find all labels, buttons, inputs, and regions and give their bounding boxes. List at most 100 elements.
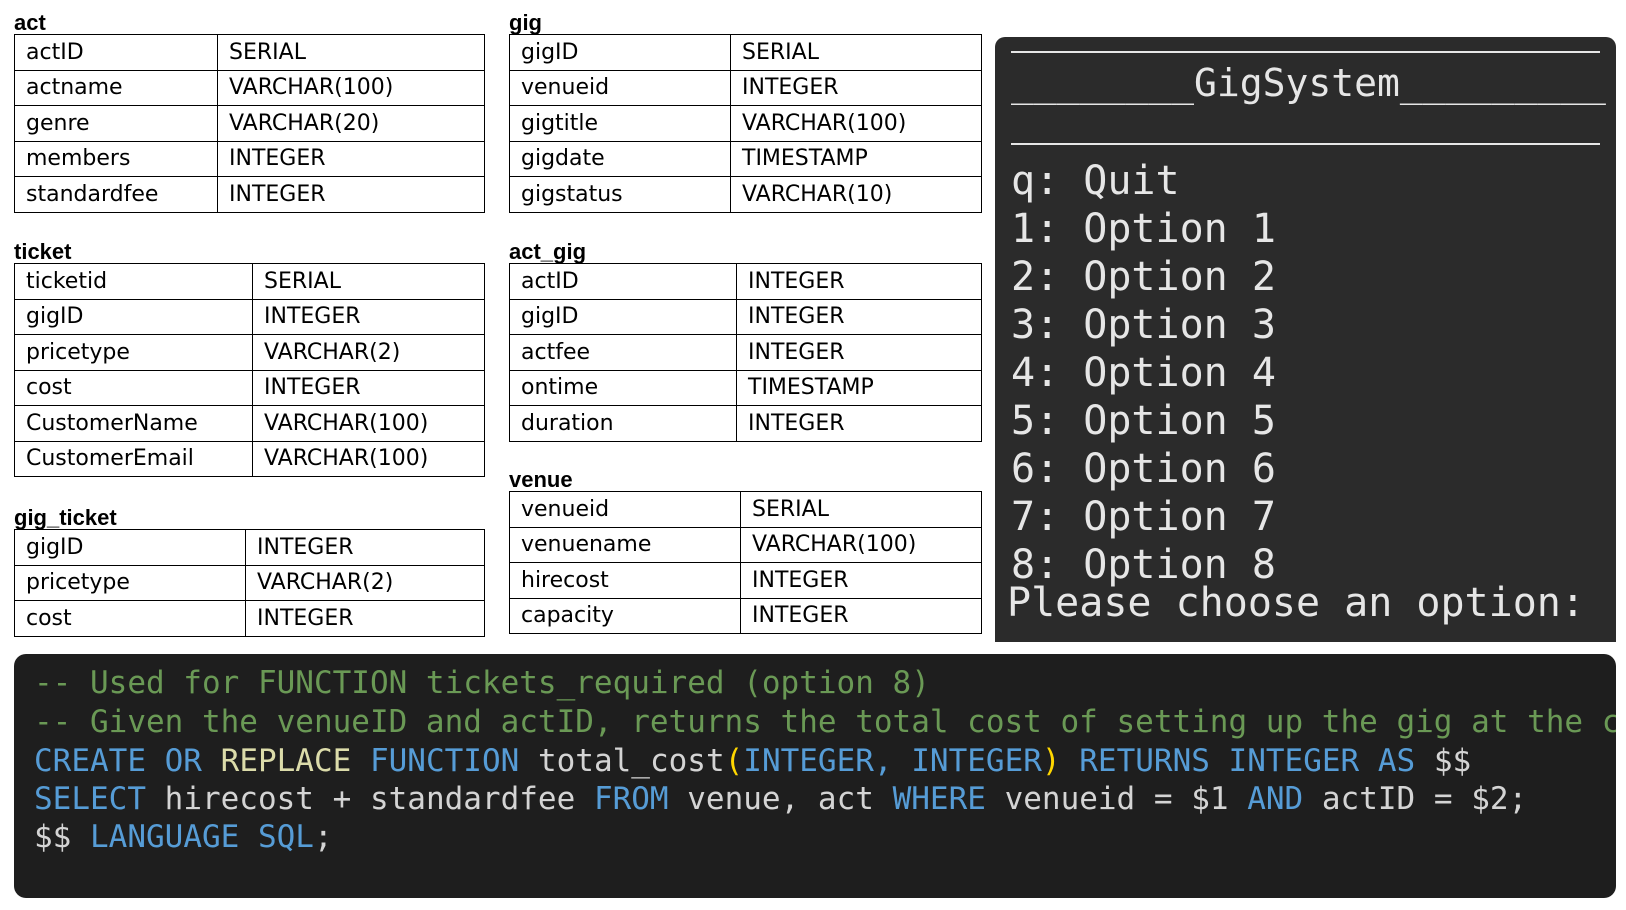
- column-type-cell: INTEGER: [736, 263, 982, 300]
- column-type-cell: INTEGER: [736, 405, 982, 442]
- code-line-1: -- Used for FUNCTION tickets_required (o…: [34, 664, 930, 704]
- code-keyword: CREATE OR: [34, 743, 202, 779]
- code-keyword: AND: [1247, 781, 1304, 817]
- column-name-cell: gigtitle: [509, 105, 731, 142]
- table-row: gigstatus VARCHAR(10): [509, 176, 982, 213]
- schema-table-act: actID SERIAL actname VARCHAR(100) genre VARCH…: [14, 34, 485, 213]
- column-name-cell: actID: [509, 263, 737, 300]
- column-name-cell: pricetype: [14, 334, 253, 371]
- schema-table-gig-ticket: gigID INTEGER pricetype VARCHAR(2) cost INTEG…: [14, 529, 485, 637]
- column-type-cell: VARCHAR(2): [252, 334, 485, 371]
- table-row: gigID SERIAL: [509, 34, 982, 71]
- code-function-word: REPLACE: [220, 743, 352, 779]
- table-row: hirecost INTEGER: [509, 562, 982, 599]
- terminal-rule-bottom: [1011, 143, 1600, 145]
- table-title-gig-ticket: gig_ticket: [14, 505, 117, 530]
- code-bracket: (: [724, 743, 744, 779]
- column-name-cell: standardfee: [14, 176, 218, 213]
- column-type-cell: SERIAL: [217, 34, 485, 71]
- table-title-gig: gig: [509, 10, 542, 35]
- terminal-rule-top: [1011, 51, 1600, 53]
- table-venue: venue venueid SERIAL venuename VARCHAR(100)…: [509, 467, 982, 634]
- terminal-title: ________GigSystem_________: [1011, 61, 1606, 105]
- column-name-cell: actID: [14, 34, 218, 71]
- table-title-venue: venue: [509, 467, 573, 492]
- table-row: actID INTEGER: [509, 263, 982, 300]
- table-title-act-gig: act_gig: [509, 239, 587, 264]
- menu-option[interactable]: 4: Option 4: [1011, 349, 1276, 397]
- column-type-cell: SERIAL: [252, 263, 485, 300]
- code-identifier: ;: [313, 819, 333, 855]
- code-identifier: $$: [34, 819, 72, 855]
- code-keyword: LANGUAGE SQL: [90, 819, 314, 855]
- table-act: act actID SERIAL actname VARCHAR(100) genre V…: [14, 10, 485, 213]
- code-keyword: FROM: [593, 781, 669, 817]
- code-keyword: INTEGER, INTEGER: [743, 743, 1042, 779]
- table-row: gigID INTEGER: [14, 529, 485, 566]
- menu-option[interactable]: q: Quit: [1011, 157, 1276, 205]
- menu-option[interactable]: 5: Option 5: [1011, 397, 1276, 445]
- schema-table-gig: gigID SERIAL venueid INTEGER gigtitle VARCHAR…: [509, 34, 982, 213]
- table-row: pricetype VARCHAR(2): [14, 334, 485, 371]
- column-type-cell: VARCHAR(20): [217, 105, 485, 142]
- menu-option[interactable]: 1: Option 1: [1011, 205, 1276, 253]
- column-type-cell: VARCHAR(100): [252, 405, 485, 442]
- column-name-cell: gigID: [14, 529, 246, 566]
- code-keyword: RETURNS INTEGER AS: [1079, 743, 1416, 779]
- column-type-cell: VARCHAR(2): [245, 564, 485, 601]
- menu-option[interactable]: 6: Option 6: [1011, 445, 1276, 493]
- column-type-cell: SERIAL: [740, 491, 982, 528]
- code-identifier: hirecost + standardfee: [164, 781, 576, 817]
- column-name-cell: duration: [509, 405, 737, 442]
- code-identifier: $$: [1433, 743, 1472, 779]
- table-row: genre VARCHAR(20): [14, 105, 485, 142]
- column-type-cell: INTEGER: [252, 369, 485, 406]
- column-type-cell: VARCHAR(100): [252, 440, 485, 477]
- column-type-cell: INTEGER: [736, 298, 982, 335]
- column-name-cell: actfee: [509, 334, 737, 371]
- column-type-cell: INTEGER: [730, 69, 982, 106]
- table-row: members INTEGER: [14, 140, 485, 177]
- column-type-cell: INTEGER: [740, 597, 982, 634]
- column-type-cell: INTEGER: [736, 334, 982, 371]
- table-act-gig: act_gig actID INTEGER gigID INTEGER actfee IN…: [509, 239, 982, 442]
- table-gig-ticket: gig_ticket gigID INTEGER pricetype VARCHAR(…: [14, 505, 485, 637]
- code-comment: -- Given the venueID and actID, returns …: [34, 704, 1616, 740]
- menu-option[interactable]: 2: Option 2: [1011, 253, 1276, 301]
- table-row: cost INTEGER: [14, 369, 485, 406]
- table-row: venuename VARCHAR(100): [509, 526, 982, 563]
- code-keyword: FUNCTION: [369, 743, 520, 779]
- column-name-cell: venueid: [509, 491, 741, 528]
- code-editor[interactable]: -- Used for FUNCTION tickets_required (o…: [14, 654, 1616, 898]
- terminal-prompt[interactable]: Please choose an option:: [1007, 579, 1585, 627]
- column-name-cell: cost: [14, 369, 253, 406]
- menu-option[interactable]: 3: Option 3: [1011, 301, 1276, 349]
- code-identifier: total_cost: [537, 743, 725, 779]
- code-identifier: venueid = $1: [1004, 781, 1229, 817]
- column-name-cell: actname: [14, 69, 218, 106]
- code-line-4: SELECT hirecost + standardfee FROM venue…: [34, 780, 1527, 820]
- table-row: ontime TIMESTAMP: [509, 369, 982, 406]
- terminal-window[interactable]: ________GigSystem_________ q: Quit 1: Opt…: [995, 37, 1616, 642]
- column-name-cell: ticketid: [14, 263, 253, 300]
- code-identifier: actID = $2;: [1321, 781, 1528, 817]
- table-gig: gig gigID SERIAL venueid INTEGER gigtitle VAR…: [509, 10, 982, 213]
- column-type-cell: INTEGER: [217, 176, 485, 213]
- column-type-cell: VARCHAR(10): [730, 176, 982, 213]
- table-row: actfee INTEGER: [509, 334, 982, 371]
- column-type-cell: VARCHAR(100): [217, 69, 485, 106]
- schema-table-venue: venueid SERIAL venuename VARCHAR(100) hireco…: [509, 491, 982, 634]
- column-type-cell: SERIAL: [730, 34, 982, 71]
- column-name-cell: gigID: [509, 34, 731, 71]
- column-name-cell: members: [14, 140, 218, 177]
- table-row: venueid INTEGER: [509, 69, 982, 106]
- column-type-cell: INTEGER: [740, 562, 982, 599]
- table-row: actID SERIAL: [14, 34, 485, 71]
- column-name-cell: capacity: [509, 597, 741, 634]
- table-row: CustomerEmail VARCHAR(100): [14, 440, 485, 477]
- code-keyword: SELECT: [34, 781, 146, 817]
- menu-option[interactable]: 7: Option 7: [1011, 493, 1276, 541]
- code-line-3: CREATE OR REPLACE FUNCTION total_cost(IN…: [34, 742, 1471, 782]
- table-row: ticketid SERIAL: [14, 263, 485, 300]
- column-type-cell: INTEGER: [245, 600, 485, 637]
